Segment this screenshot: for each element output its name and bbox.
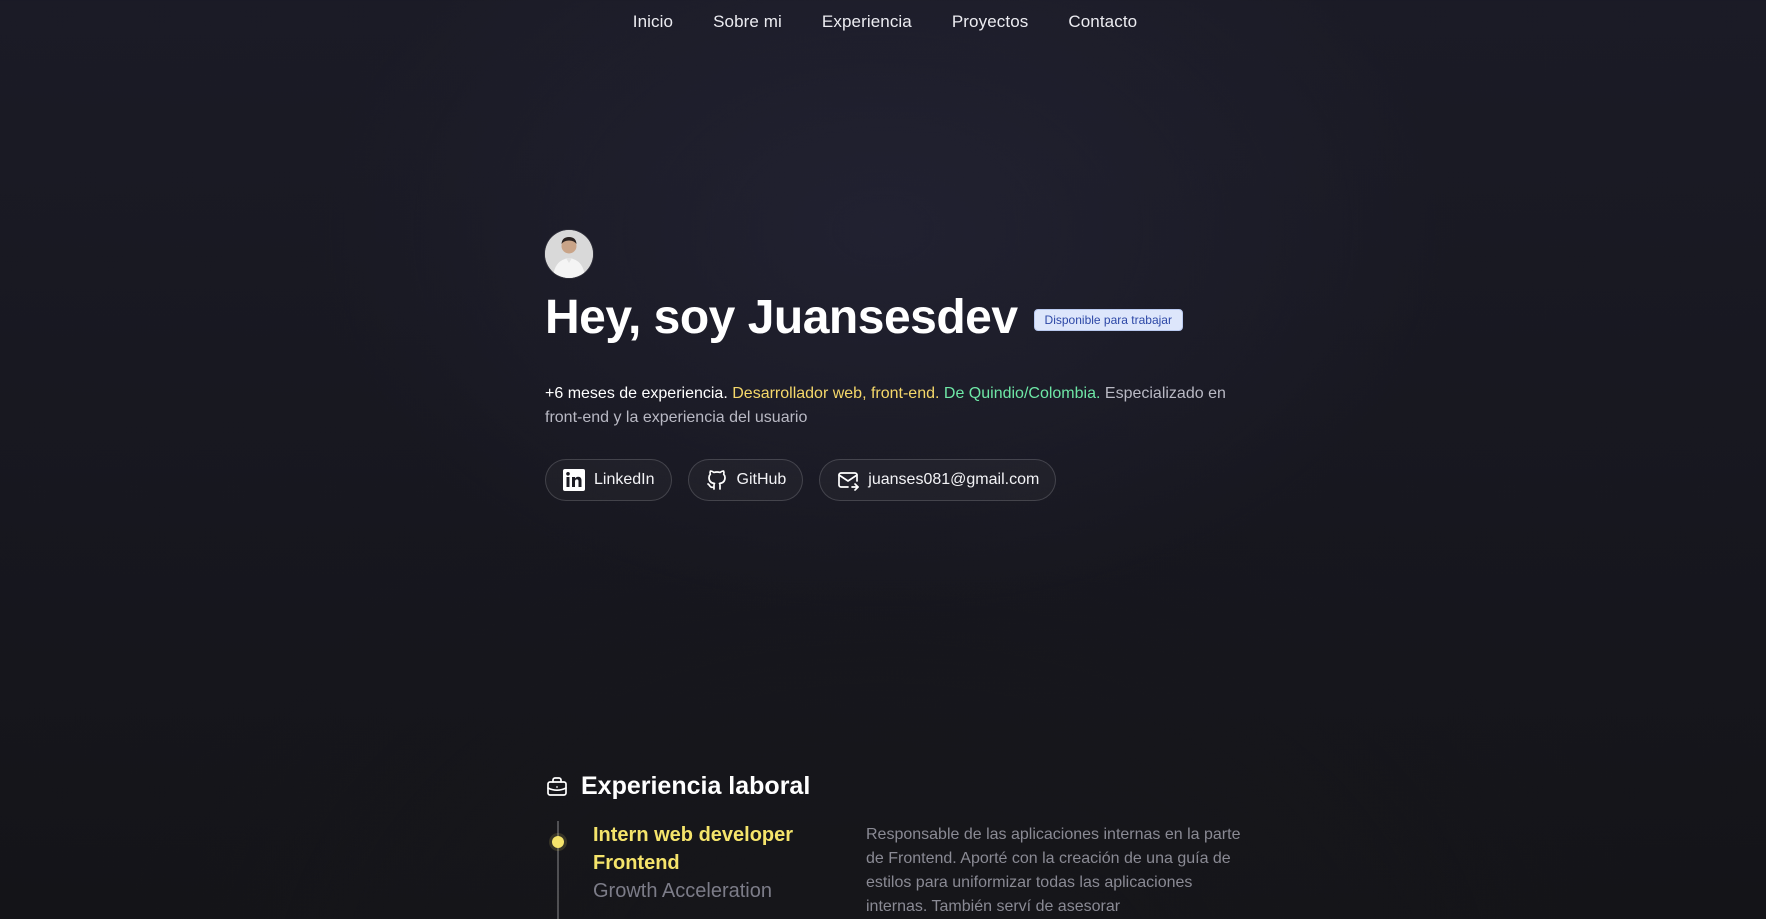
- top-nav: Inicio Sobre mi Experiencia Proyectos Co…: [0, 0, 1766, 44]
- github-label: GitHub: [736, 471, 787, 488]
- nav-link-contacto[interactable]: Contacto: [1048, 0, 1157, 44]
- experience-section: Experiencia laboral Intern web developer…: [545, 772, 1245, 919]
- social-links: LinkedIn GitHub juanses081@gmail.com: [545, 459, 1245, 501]
- nav-link-sobre-mi[interactable]: Sobre mi: [693, 0, 802, 44]
- linkedin-icon: [563, 469, 585, 491]
- job-title: Intern web developer Frontend: [593, 824, 794, 874]
- nav-link-proyectos[interactable]: Proyectos: [932, 0, 1049, 44]
- job-company: Growth Acceleration: [593, 880, 772, 902]
- hero-section: Hey, soy Juansesdev Disponible para trab…: [545, 230, 1245, 501]
- briefcase-icon: [547, 776, 567, 796]
- job-header: Intern web developer Frontend Growth Acc…: [593, 821, 833, 905]
- experience-title: Experiencia laboral: [581, 772, 811, 800]
- experience-summary: +6 meses de experiencia.: [545, 385, 728, 402]
- github-icon: [706, 470, 726, 490]
- location-summary: De Quindio/Colombia.: [943, 385, 1101, 402]
- experience-heading: Experiencia laboral: [545, 772, 1245, 801]
- email-button[interactable]: juanses081@gmail.com: [819, 459, 1057, 501]
- timeline-dot: [552, 836, 564, 848]
- avatar-portrait: [545, 230, 593, 278]
- email-label: juanses081@gmail.com: [868, 471, 1040, 488]
- hero-description: +6 meses de experiencia. Desarrollador w…: [545, 382, 1245, 430]
- availability-badge: Disponible para trabajar: [1033, 309, 1183, 331]
- mail-icon: [838, 472, 860, 491]
- hero-title-row: Hey, soy Juansesdev Disponible para trab…: [545, 286, 1245, 350]
- role-summary: Desarrollador web, front-end.: [732, 385, 940, 402]
- avatar: [545, 230, 593, 278]
- linkedin-label: LinkedIn: [594, 471, 655, 488]
- experience-timeline: Intern web developer Frontend Growth Acc…: [545, 821, 1245, 919]
- nav-link-experiencia[interactable]: Experiencia: [802, 0, 932, 44]
- nav-link-inicio[interactable]: Inicio: [613, 0, 693, 44]
- nav-links: Inicio Sobre mi Experiencia Proyectos Co…: [613, 0, 1157, 44]
- linkedin-button[interactable]: LinkedIn: [545, 459, 672, 501]
- page-title: Hey, soy Juansesdev: [545, 291, 1018, 344]
- job-description: Responsable de las aplicaciones internas…: [866, 826, 1241, 915]
- github-button[interactable]: GitHub: [687, 459, 804, 501]
